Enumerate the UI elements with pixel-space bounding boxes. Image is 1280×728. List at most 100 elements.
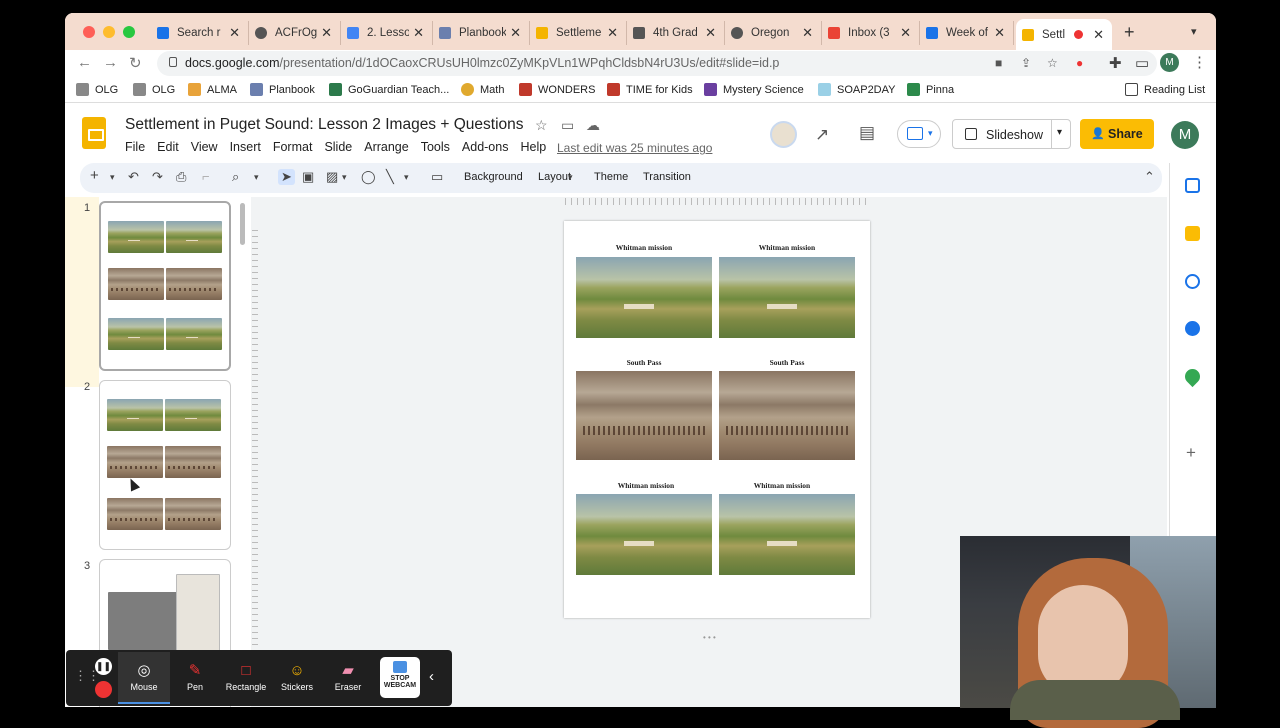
browser-tab[interactable]: Week of ✕ bbox=[920, 21, 1014, 45]
chrome-profile-avatar[interactable]: M bbox=[1160, 53, 1179, 72]
bookmark-item[interactable]: OLG bbox=[133, 83, 175, 96]
new-tab-button[interactable]: + bbox=[1124, 22, 1135, 43]
close-tab-icon[interactable]: ✕ bbox=[705, 25, 716, 41]
new-slide-plus-icon[interactable]: + bbox=[90, 167, 99, 184]
menu-file[interactable]: File bbox=[125, 140, 145, 158]
browser-tab[interactable]: Planbook ✕ bbox=[433, 21, 530, 45]
extension-record-icon[interactable]: ● bbox=[1076, 56, 1083, 70]
image-caption[interactable]: South Pass bbox=[576, 358, 712, 367]
account-avatar[interactable]: M bbox=[1171, 121, 1199, 149]
chevron-down-icon[interactable]: ▾ bbox=[404, 172, 409, 183]
back-arrow-icon[interactable]: ← bbox=[77, 54, 92, 71]
pen-tool[interactable]: ✎ Pen bbox=[169, 660, 221, 692]
stickers-tool[interactable]: ☺ Stickers bbox=[271, 660, 323, 692]
print-icon[interactable]: ⎙ bbox=[176, 169, 186, 185]
menu-tools[interactable]: Tools bbox=[421, 140, 450, 158]
menu-format[interactable]: Format bbox=[273, 140, 313, 158]
bookmark-star-icon[interactable]: ☆ bbox=[1047, 56, 1058, 70]
keep-icon[interactable] bbox=[1185, 226, 1200, 241]
browser-tab[interactable]: 4th Grad ✕ bbox=[627, 21, 725, 45]
close-tab-icon[interactable]: ✕ bbox=[510, 25, 521, 41]
bookmark-item[interactable]: GoGuardian Teach... bbox=[329, 83, 449, 96]
collaborator-avatar[interactable] bbox=[770, 121, 797, 148]
paint-format-icon[interactable]: ⌐ bbox=[202, 169, 210, 184]
forward-arrow-icon[interactable]: → bbox=[103, 54, 118, 71]
camera-icon[interactable]: ■ bbox=[995, 56, 1002, 70]
zoom-icon[interactable]: ⌕ bbox=[232, 169, 239, 185]
current-slide[interactable]: Whitman mission Whitman mission South Pa… bbox=[564, 221, 870, 618]
slide-thumbnail-1[interactable] bbox=[99, 201, 231, 371]
select-cursor-icon[interactable]: ➤ bbox=[278, 169, 295, 185]
star-icon[interactable]: ☆ bbox=[535, 117, 548, 134]
menu-add-ons[interactable]: Add-ons bbox=[462, 140, 509, 158]
close-tab-icon[interactable]: ✕ bbox=[1093, 27, 1104, 43]
menu-view[interactable]: View bbox=[191, 140, 218, 158]
browser-tab[interactable]: Search r ✕ bbox=[151, 21, 249, 45]
south-pass-image[interactable] bbox=[719, 371, 855, 460]
browser-tab[interactable]: Settleme ✕ bbox=[530, 21, 627, 45]
close-window-button[interactable] bbox=[83, 26, 95, 38]
transition-button[interactable]: Transition bbox=[643, 171, 691, 183]
line-icon[interactable]: ╲ bbox=[386, 169, 394, 185]
whitman-mission-image[interactable] bbox=[576, 494, 712, 575]
stop-webcam-button[interactable]: STOP WEBCAM bbox=[380, 657, 420, 698]
add-comment-icon[interactable]: ▭ bbox=[431, 169, 443, 185]
bookmark-item[interactable]: ALMA bbox=[188, 83, 237, 96]
slides-logo-icon[interactable] bbox=[82, 117, 106, 149]
browser-tab-active[interactable]: Settl ✕ bbox=[1016, 19, 1112, 50]
undo-icon[interactable]: ↶ bbox=[128, 169, 139, 185]
browser-tab[interactable]: Oregon ✕ bbox=[725, 21, 822, 45]
layout-button[interactable]: Layout bbox=[538, 171, 571, 183]
menu-slide[interactable]: Slide bbox=[324, 140, 352, 158]
whitman-mission-image[interactable] bbox=[719, 257, 855, 338]
reading-list-button[interactable]: Reading List bbox=[1125, 83, 1205, 96]
cast-icon[interactable]: ▭ bbox=[1135, 54, 1149, 72]
mouse-tool[interactable]: ◎ Mouse bbox=[118, 652, 170, 704]
move-folder-icon[interactable]: ▭ bbox=[561, 117, 574, 134]
document-title[interactable]: Settlement in Puget Sound: Lesson 2 Imag… bbox=[125, 116, 524, 134]
chevron-down-icon[interactable]: ▾ bbox=[342, 172, 347, 183]
browser-tab[interactable]: 2. Lessor✕ bbox=[341, 21, 433, 45]
background-button[interactable]: Background bbox=[464, 171, 523, 183]
activity-trend-icon[interactable]: ↗ bbox=[815, 125, 829, 145]
menu-help[interactable]: Help bbox=[520, 140, 546, 158]
bookmark-item[interactable]: TIME for Kids bbox=[607, 83, 693, 96]
zoom-window-button[interactable] bbox=[123, 26, 135, 38]
kebab-menu-icon[interactable]: ⋮ bbox=[1192, 53, 1207, 71]
menu-arrange[interactable]: Arrange bbox=[364, 140, 408, 158]
text-box-icon[interactable]: ▣ bbox=[302, 169, 314, 185]
theme-button[interactable]: Theme bbox=[594, 171, 628, 183]
bookmark-item[interactable]: SOAP2DAY bbox=[818, 83, 896, 96]
bookmark-item[interactable]: Pinna bbox=[907, 83, 954, 96]
rectangle-tool[interactable]: □ Rectangle bbox=[220, 660, 272, 692]
redo-icon[interactable]: ↷ bbox=[152, 169, 163, 185]
close-tab-icon[interactable]: ✕ bbox=[413, 25, 424, 41]
slide-thumbnail-2[interactable] bbox=[99, 380, 231, 550]
present-to-meeting-button[interactable]: ▾ bbox=[897, 120, 941, 148]
whitman-mission-image[interactable] bbox=[576, 257, 712, 338]
chevron-down-icon[interactable]: ▾ bbox=[568, 172, 573, 183]
whitman-mission-image[interactable] bbox=[719, 494, 855, 575]
bookmark-item[interactable]: Math bbox=[461, 83, 504, 96]
shape-icon[interactable]: ◯ bbox=[361, 169, 376, 185]
image-caption[interactable]: Whitman mission bbox=[578, 481, 714, 490]
close-tab-icon[interactable]: ✕ bbox=[994, 25, 1005, 41]
eraser-tool[interactable]: ▰ Eraser bbox=[322, 660, 374, 692]
close-tab-icon[interactable]: ✕ bbox=[607, 25, 618, 41]
tab-search-icon[interactable]: ▾ bbox=[1191, 25, 1197, 38]
address-bar[interactable]: docs.google.com/presentation/d/1dOCaoxCR… bbox=[157, 51, 1157, 76]
contacts-icon[interactable] bbox=[1185, 321, 1200, 336]
image-caption[interactable]: South Pass bbox=[719, 358, 855, 367]
menu-insert[interactable]: Insert bbox=[230, 140, 261, 158]
calendar-icon[interactable] bbox=[1185, 178, 1200, 193]
url-text[interactable]: docs.google.com/presentation/d/1dOCaoxCR… bbox=[185, 56, 779, 70]
pause-button[interactable]: ❚❚ bbox=[95, 658, 112, 675]
reload-icon[interactable]: ↻ bbox=[129, 54, 142, 72]
slideshow-dropdown-icon[interactable]: ▾ bbox=[1057, 127, 1062, 138]
close-tab-icon[interactable]: ✕ bbox=[802, 25, 813, 41]
last-edit-link[interactable]: Last edit was 25 minutes ago bbox=[557, 141, 712, 155]
stop-record-button[interactable] bbox=[95, 681, 112, 698]
image-caption[interactable]: Whitman mission bbox=[714, 481, 850, 490]
menu-edit[interactable]: Edit bbox=[157, 140, 179, 158]
bookmark-item[interactable]: WONDERS bbox=[519, 83, 595, 96]
